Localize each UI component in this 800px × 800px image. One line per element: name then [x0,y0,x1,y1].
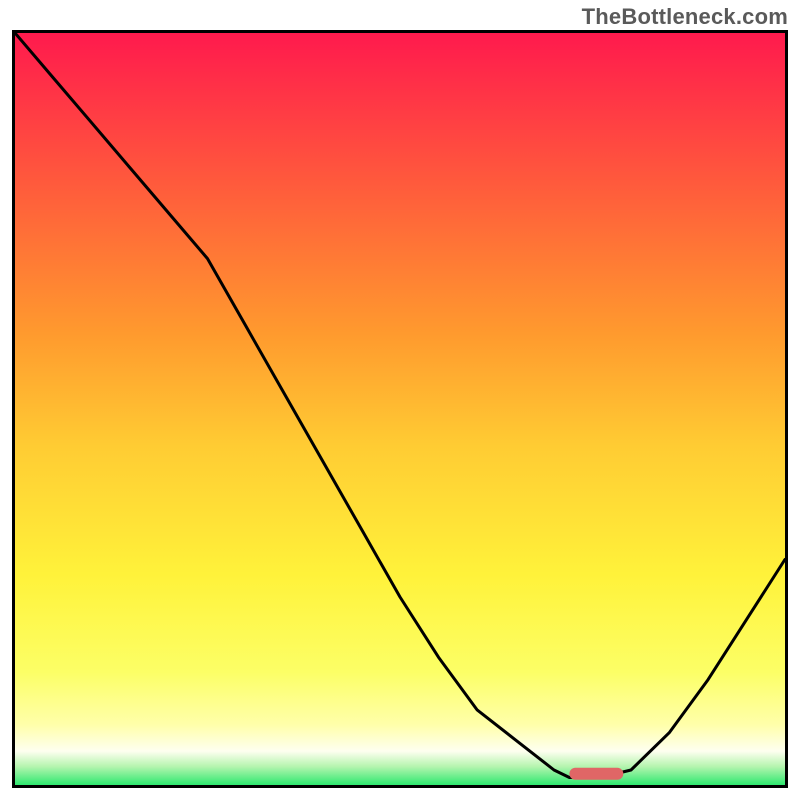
optimum-marker [569,768,623,780]
plot-area [12,30,788,788]
chart-frame: TheBottleneck.com [0,0,800,800]
gradient-fill [15,33,785,785]
watermark-text: TheBottleneck.com [582,4,788,30]
chart-svg [15,33,785,785]
